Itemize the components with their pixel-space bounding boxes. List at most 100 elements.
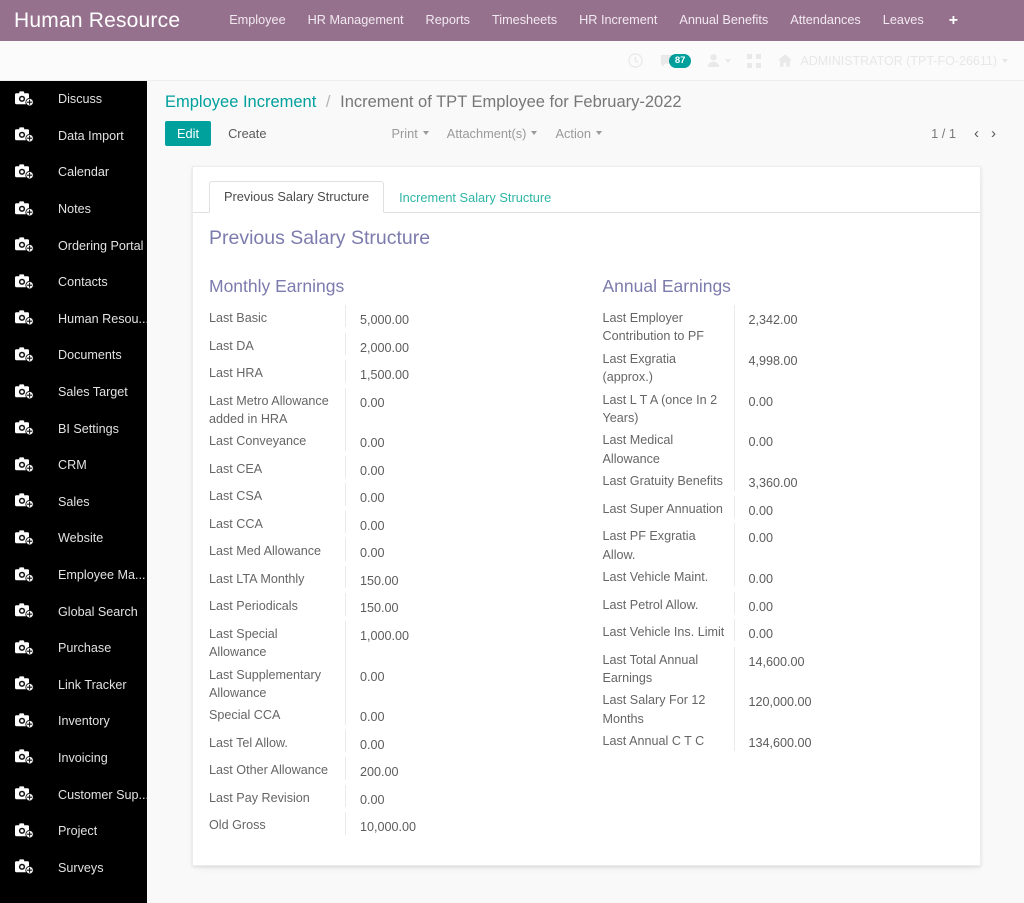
action-label: Action bbox=[555, 125, 592, 141]
pager-next-icon[interactable]: › bbox=[985, 126, 1002, 141]
nav-item-hr-increment[interactable]: HR Increment bbox=[568, 0, 668, 41]
add-app-plus-icon[interactable]: + bbox=[935, 0, 972, 41]
sidebar-item-invoicing[interactable]: Invoicing bbox=[0, 740, 147, 777]
field-value: 0.00 bbox=[360, 669, 385, 684]
nav-item-hr-management[interactable]: HR Management bbox=[297, 0, 415, 41]
sidebar-item-surveys[interactable]: Surveys bbox=[0, 849, 147, 886]
field-value: 0.00 bbox=[360, 491, 385, 506]
field-value: 200.00 bbox=[360, 765, 399, 780]
sidebar-item-customer-sup[interactable]: Customer Sup... bbox=[0, 776, 147, 813]
grid-icon[interactable] bbox=[747, 53, 762, 68]
nav-item-reports[interactable]: Reports bbox=[415, 0, 481, 41]
image-placeholder-icon bbox=[14, 273, 47, 292]
edit-button[interactable]: Edit bbox=[165, 120, 212, 146]
image-placeholder-icon bbox=[14, 675, 47, 694]
sidebar-item-human-resou[interactable]: Human Resou... bbox=[0, 301, 147, 338]
field-row: Last CEA 0.00 bbox=[209, 455, 587, 484]
field-label: Last Other Allowance bbox=[209, 757, 346, 780]
user-account-menu[interactable]: ADMINISTRATOR (TPT-FO-26611) bbox=[777, 53, 1008, 68]
sidebar-item-calendar[interactable]: Calendar bbox=[0, 154, 147, 191]
field-label: Last Super Annuation bbox=[603, 495, 735, 519]
field-row: Last Medical Allowance 0.00 bbox=[603, 427, 981, 469]
image-placeholder-icon bbox=[14, 602, 47, 621]
field-value: 0.00 bbox=[748, 435, 774, 450]
field-value: 2,000.00 bbox=[360, 340, 410, 355]
sidebar-item-data-import[interactable]: Data Import bbox=[0, 118, 147, 155]
field-value: 1,500.00 bbox=[360, 368, 410, 382]
monthly-earnings-heading: Monthly Earnings bbox=[209, 276, 345, 296]
nav-item-timesheets[interactable]: Timesheets bbox=[481, 0, 568, 41]
nav-item-leaves[interactable]: Leaves bbox=[872, 0, 935, 41]
image-placeholder-icon bbox=[14, 748, 47, 767]
sidebar-item-documents[interactable]: Documents bbox=[0, 337, 147, 374]
sidebar-item-label: Invoicing bbox=[58, 750, 108, 765]
sidebar-item-project[interactable]: Project bbox=[0, 813, 147, 850]
nav-item-employee[interactable]: Employee bbox=[218, 0, 296, 41]
sidebar-item-label: Project bbox=[58, 824, 98, 839]
sidebar-item-notes[interactable]: Notes bbox=[0, 191, 147, 228]
pager-previous-icon[interactable]: ‹ bbox=[968, 126, 985, 141]
action-dropdown[interactable]: Action bbox=[546, 121, 611, 146]
field-row: Last L T A (once In 2 Years) 0.00 bbox=[603, 386, 981, 428]
content-area: Employee Increment / Increment of TPT Em… bbox=[147, 81, 1024, 903]
chevron-down-icon bbox=[596, 131, 603, 135]
field-value: 0.00 bbox=[748, 503, 774, 518]
messages-counter[interactable]: 87 bbox=[659, 53, 692, 68]
sidebar-item-website[interactable]: Website bbox=[0, 520, 147, 557]
sidebar-item-crm[interactable]: CRM bbox=[0, 447, 147, 484]
tab-previous-salary-structure[interactable]: Previous Salary Structure bbox=[209, 181, 385, 213]
field-value: 0.00 bbox=[360, 546, 385, 561]
sidebar-item-contacts[interactable]: Contacts bbox=[0, 264, 147, 301]
field-label: Old Gross bbox=[209, 812, 346, 835]
field-value: 0.00 bbox=[360, 436, 385, 451]
field-row: Last CSA 0.00 bbox=[209, 483, 587, 511]
sidebar-item-purchase[interactable]: Purchase bbox=[0, 630, 147, 667]
sidebar-item-global-search[interactable]: Global Search bbox=[0, 593, 147, 630]
field-value: 150.00 bbox=[360, 573, 399, 588]
field-value: 14,600.00 bbox=[748, 654, 805, 669]
sidebar-item-sales-target[interactable]: Sales Target bbox=[0, 374, 147, 411]
nav-item-annual-benefits[interactable]: Annual Benefits bbox=[668, 0, 779, 41]
attachments-label: Attachment(s) bbox=[446, 125, 527, 141]
create-button[interactable]: Create bbox=[217, 121, 277, 146]
home-icon bbox=[777, 53, 793, 68]
sidebar-item-label: Inventory bbox=[58, 714, 110, 729]
app-brand-title[interactable]: Human Resource bbox=[0, 9, 218, 33]
field-label: Last Total Annual Earnings bbox=[603, 646, 735, 688]
chevron-down-icon bbox=[1002, 58, 1008, 63]
field-value: 134,600.00 bbox=[748, 736, 812, 751]
attachments-dropdown[interactable]: Attachment(s) bbox=[438, 121, 547, 146]
field-label: Last Petrol Allow. bbox=[603, 591, 735, 614]
tab-increment-salary-structure[interactable]: Increment Salary Structure bbox=[384, 182, 566, 213]
field-value: 0.00 bbox=[748, 572, 774, 587]
annual-earnings-group: Annual Earnings Last Employer Contributi… bbox=[587, 276, 981, 840]
monthly-earnings-group: Monthly Earnings Last Basic 5,000.00 Last … bbox=[193, 276, 587, 840]
sidebar-item-bi-settings[interactable]: BI Settings bbox=[0, 410, 147, 447]
sidebar-item-discuss[interactable]: Discuss bbox=[0, 81, 147, 118]
page-title: Previous Salary Structure bbox=[209, 227, 431, 249]
sidebar-item-employee-ma[interactable]: Employee Ma... bbox=[0, 557, 147, 594]
field-row: Last CCA 0.00 bbox=[209, 510, 587, 539]
monthly-earnings-rows: Last Basic 5,000.00 Last DA 2,000.00 Last HR… bbox=[209, 305, 587, 840]
nav-item-attendances[interactable]: Attendances bbox=[779, 0, 872, 41]
field-row: Last Special Allowance 1,000.00 bbox=[209, 620, 587, 662]
print-dropdown[interactable]: Print bbox=[382, 121, 437, 146]
field-row: Last Conveyance 0.00 bbox=[209, 428, 587, 456]
field-row: Last Med Allowance 0.00 bbox=[209, 538, 587, 566]
field-row: Last Vehicle Ins. Limit 0.00 bbox=[603, 619, 981, 647]
user-icon[interactable] bbox=[707, 53, 732, 68]
pager-count: 1 / 1 bbox=[931, 126, 956, 141]
field-value: 0.00 bbox=[360, 395, 385, 410]
sidebar-item-inventory[interactable]: Inventory bbox=[0, 703, 147, 740]
field-row: Last Other Allowance 200.00 bbox=[209, 757, 587, 785]
clock-icon[interactable] bbox=[628, 53, 643, 68]
field-label: Last L T A (once In 2 Years) bbox=[603, 386, 735, 428]
record-form-card: Previous Salary Structure Increment Salar… bbox=[192, 166, 981, 866]
sidebar-item-ordering-portal[interactable]: Ordering Portal bbox=[0, 227, 147, 264]
breadcrumb-root-link[interactable]: Employee Increment bbox=[165, 93, 316, 111]
main-menu: Employee HR Management Reports Timesheets HR… bbox=[218, 0, 934, 41]
sidebar-item-label: CRM bbox=[58, 458, 87, 473]
sidebar-item-link-tracker[interactable]: Link Tracker bbox=[0, 667, 147, 704]
sidebar-item-sales[interactable]: Sales bbox=[0, 484, 147, 521]
field-label: Last Basic bbox=[209, 305, 346, 328]
